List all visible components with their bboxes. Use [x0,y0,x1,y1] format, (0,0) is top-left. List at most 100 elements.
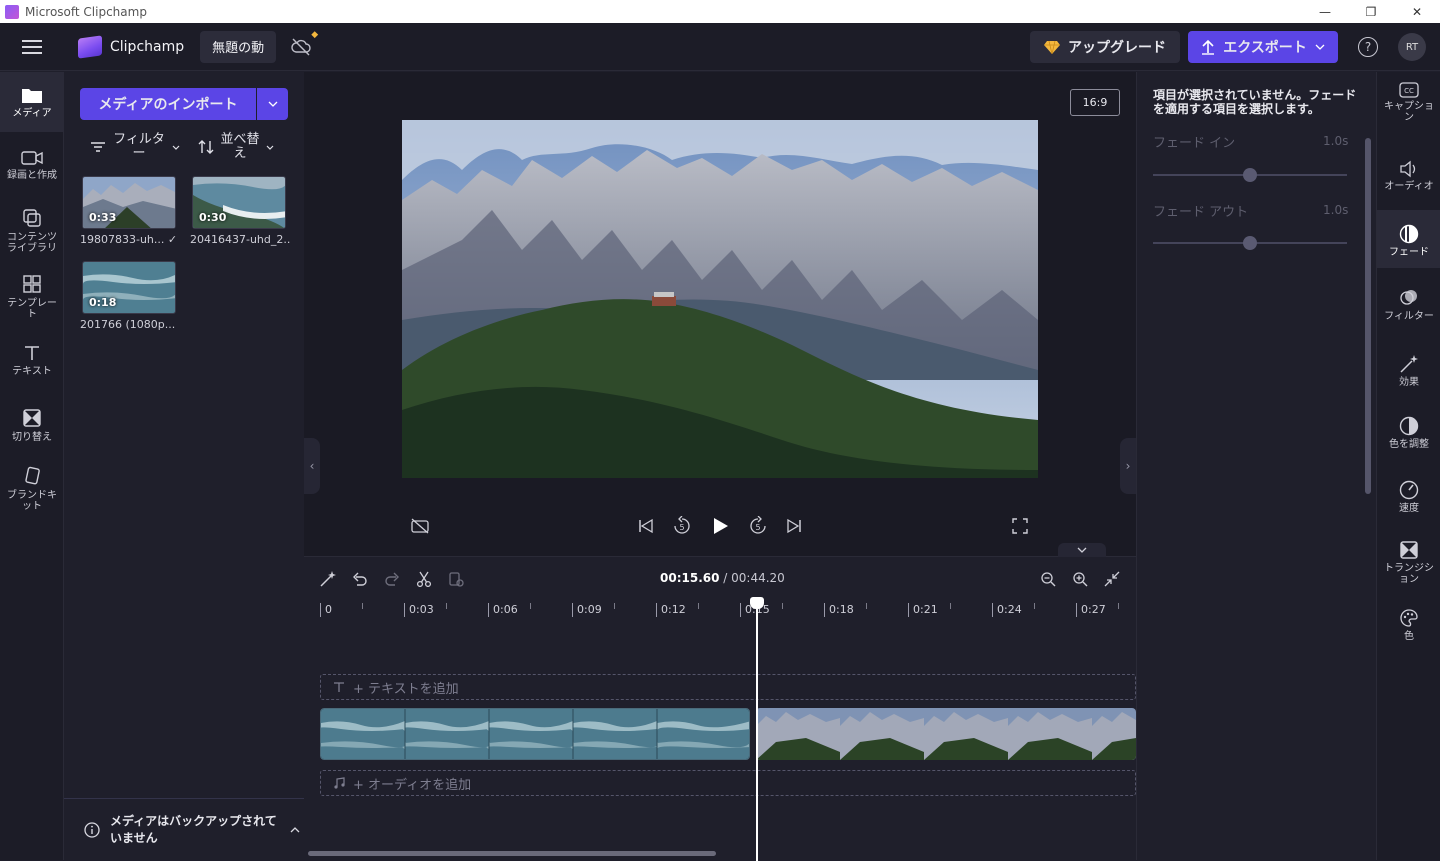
rnav-item-filters[interactable]: フィルター [1377,288,1440,322]
skip-to-end-icon[interactable] [782,514,806,538]
video-clip-mountain[interactable] [756,708,1136,760]
rnav-item-transitions[interactable]: トランジション [1377,540,1440,585]
duplicate-delete-icon[interactable] [444,567,468,591]
help-icon[interactable]: ? [1358,37,1378,57]
avatar[interactable]: RT [1398,33,1426,61]
add-audio-track[interactable]: + オーディオを追加 [320,770,1136,796]
fade-out-slider[interactable] [1153,236,1347,250]
fade-out-value: 1.0s [1323,203,1349,217]
video-clip-ocean[interactable] [320,708,750,760]
hamburger-menu-icon[interactable] [0,23,64,71]
import-dropdown-button[interactable] [257,88,288,120]
nav-item-media[interactable]: メディア [0,72,64,132]
rewind-5s-icon[interactable]: 5 [670,514,694,538]
playhead[interactable] [750,597,764,861]
import-media-button[interactable]: メディアのインポート [80,88,256,120]
chevron-down-icon [268,101,277,107]
hide-preview-icon[interactable] [408,514,432,538]
media-thumbnail[interactable]: 0:33 [82,176,176,229]
sort-button[interactable]: 並べ替え [198,132,274,162]
rnav-label: 効果 [1399,377,1419,388]
minimize-button[interactable]: — [1302,0,1348,23]
upload-icon [1202,39,1215,55]
magic-edit-icon[interactable] [316,567,340,591]
nav-item-brand-kit[interactable]: ブランドキット [0,466,64,512]
nav-item-text[interactable]: テキスト [0,344,64,377]
timeline-horizontal-scrollbar[interactable] [308,851,716,856]
ruler-tick-label: 0:12 [656,603,686,617]
filter-button[interactable]: フィルター [90,132,180,162]
playhead-handle[interactable] [750,597,764,609]
restore-button[interactable]: ❐ [1348,0,1394,23]
music-note-icon [334,777,345,789]
timeline-ruler[interactable]: 00:030:060:090:120:150:180:210:240:27 [304,599,1136,625]
brandkit-icon [25,466,40,485]
chevron-down-icon [1077,547,1087,553]
fade-in-slider[interactable] [1153,168,1347,182]
rnav-item-fade[interactable]: フェード [1377,210,1440,268]
speedometer-icon [1399,480,1419,500]
redo-icon[interactable] [380,567,404,591]
backup-warning[interactable]: メディアはバックアップされていません [64,798,304,860]
media-duration: 0:30 [199,211,227,224]
properties-scrollbar[interactable] [1365,138,1371,494]
rnav-item-audio[interactable]: オーディオ [1377,160,1440,192]
palette-icon [1400,609,1418,627]
filter-lines-icon [91,142,105,152]
slider-handle[interactable] [1243,168,1257,182]
rnav-item-speed[interactable]: 速度 [1377,480,1440,514]
total-time: 00:44.20 [731,571,785,585]
nav-item-templates[interactable]: テンプレート [0,274,64,320]
media-thumbnail[interactable]: 0:18 [82,261,176,314]
rnav-item-adjust-colors[interactable]: 色を調整 [1377,416,1440,450]
nav-item-content-library[interactable]: コンテンツ ライブラリ [0,208,64,254]
skip-to-start-icon[interactable] [634,514,658,538]
cloud-sync-off-icon[interactable]: ◆ [290,30,318,58]
play-icon[interactable] [708,514,732,538]
rnav-item-effects[interactable]: 効果 [1377,354,1440,388]
svg-text:5: 5 [755,523,760,532]
rnav-label: フィルター [1384,311,1434,322]
close-button[interactable]: ✕ [1394,0,1440,23]
contrast-icon [1399,416,1419,436]
ruler-tick-label: 0:27 [1076,603,1106,617]
aspect-ratio-button[interactable]: 16:9 [1070,89,1120,116]
collapse-timeline-button[interactable] [1058,543,1106,557]
nav-item-transitions[interactable]: 切り替え [0,408,64,443]
svg-text:5: 5 [679,523,684,532]
nav-label: コンテンツ ライブラリ [7,232,57,254]
undo-icon[interactable] [348,567,372,591]
upgrade-label: アップグレード [1068,40,1166,56]
ruler-tick-label: 0:09 [572,603,602,617]
slider-handle[interactable] [1243,236,1257,250]
ruler-minor-tick [782,603,783,609]
collapse-left-panel-button[interactable]: ‹ [304,438,320,494]
rnav-label: キャプション [1384,101,1434,123]
media-thumbnail[interactable]: 0:30 [192,176,286,229]
zoom-out-icon[interactable] [1036,567,1060,591]
rnav-label: 色を調整 [1389,439,1429,450]
nav-item-record[interactable]: 録画と作成 [0,150,64,181]
nav-label: テキスト [12,366,52,377]
rnav-item-captions[interactable]: CC キャプション [1377,82,1440,123]
split-scissors-icon[interactable] [412,567,436,591]
export-button[interactable]: エクスポート [1188,31,1338,63]
collapse-right-panel-button[interactable]: › [1120,438,1136,494]
forward-5s-icon[interactable]: 5 [746,514,770,538]
fit-timeline-icon[interactable] [1100,567,1124,591]
project-title-field[interactable]: 無題の動 [200,30,277,63]
ruler-minor-tick [950,603,951,609]
rnav-item-color[interactable]: 色 [1377,608,1440,642]
nav-label: メディア [12,108,52,119]
fade-in-value: 1.0s [1323,134,1349,148]
fullscreen-icon[interactable] [1008,514,1032,538]
zoom-in-icon[interactable] [1068,567,1092,591]
add-text-track[interactable]: + テキストを追加 [320,674,1136,700]
ruler-tick-label: 0:03 [404,603,434,617]
upgrade-button[interactable]: アップグレード [1030,31,1180,63]
captions-icon: CC [1399,82,1419,98]
ruler-minor-tick [530,603,531,609]
video-preview[interactable] [402,120,1038,478]
ruler-tick-label: 0:24 [992,603,1022,617]
chevron-down-icon [1315,44,1325,50]
